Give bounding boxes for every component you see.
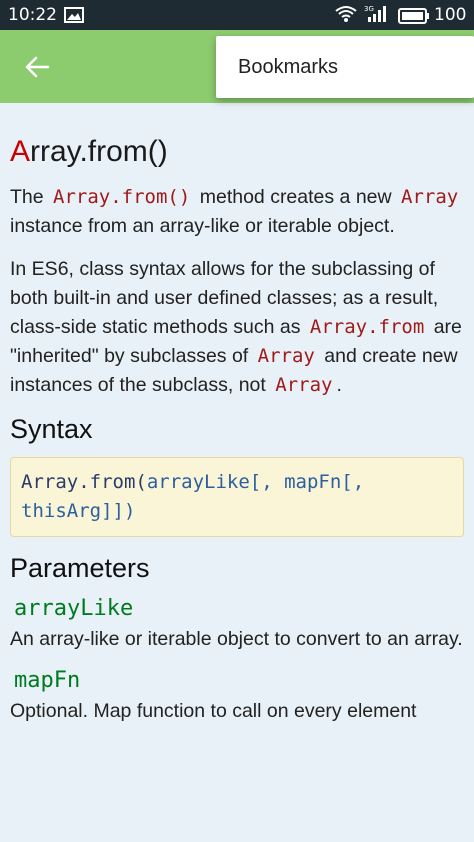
param-description: Optional. Map function to call on every … bbox=[10, 700, 417, 722]
image-notification-icon bbox=[64, 7, 84, 28]
es6-paragraph: In ES6, class syntax allows for the subc… bbox=[10, 258, 462, 396]
battery-percent: 100 bbox=[434, 5, 467, 25]
syntax-heading: Syntax bbox=[10, 414, 93, 444]
overflow-menu: Bookmarks bbox=[216, 36, 474, 98]
wifi-icon bbox=[334, 4, 358, 29]
parameters-heading: Parameters bbox=[10, 553, 150, 583]
inline-code[interactable]: Array bbox=[254, 345, 319, 367]
inline-code[interactable]: Array bbox=[271, 374, 336, 396]
inline-code: Array.from bbox=[309, 316, 425, 338]
back-button[interactable] bbox=[18, 48, 56, 86]
intro-paragraph: The Array.from() method creates a new Ar… bbox=[10, 183, 464, 241]
menu-item-bookmarks[interactable]: Bookmarks bbox=[238, 56, 338, 79]
network-type-label: 3G bbox=[364, 5, 374, 13]
status-bar: 10:22 3G 100 bbox=[0, 0, 474, 30]
param-name: arrayLike bbox=[14, 596, 134, 621]
syntax-code-block: Array.from(arrayLike[, mapFn[, thisArg]]… bbox=[10, 457, 464, 537]
arrow-back-icon bbox=[25, 56, 50, 78]
signal-icon: 3G bbox=[364, 4, 390, 29]
article-content: Array.from() The Array.from() method cre… bbox=[0, 103, 474, 842]
param-description: An array-like or iterable object to conv… bbox=[10, 628, 463, 650]
page-title: Array.from() bbox=[10, 135, 168, 168]
inline-code: Array.from() bbox=[53, 186, 191, 208]
battery-icon bbox=[398, 8, 430, 29]
param-name: mapFn bbox=[14, 668, 81, 693]
status-time: 10:22 bbox=[8, 5, 57, 25]
inline-code[interactable]: Array bbox=[397, 186, 462, 208]
